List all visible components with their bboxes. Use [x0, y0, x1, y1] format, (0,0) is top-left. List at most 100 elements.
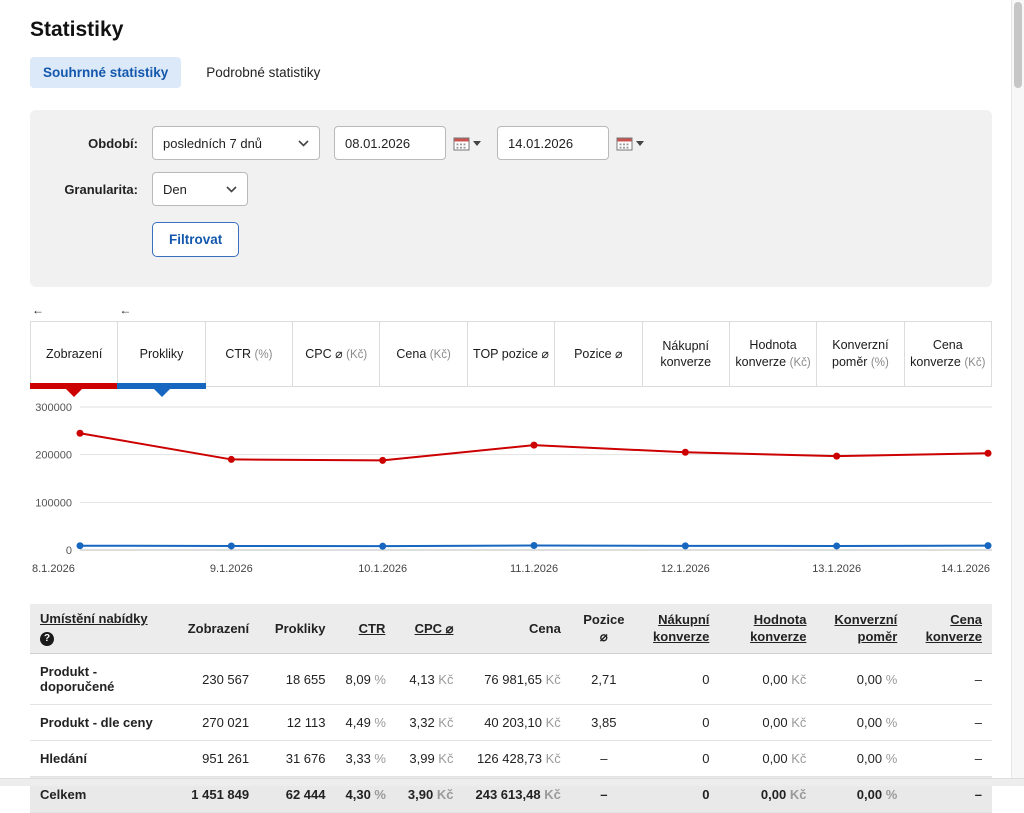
metric-tab-top-pozice-avg[interactable]: TOP pozice ⌀ [468, 322, 555, 386]
svg-text:14.1.2026: 14.1.2026 [941, 563, 990, 575]
svg-text:200000: 200000 [35, 450, 72, 462]
table-cell: – [907, 705, 992, 741]
metric-tab-cpc-avg[interactable]: CPC ⌀ (Kč) [293, 322, 380, 386]
metric-tab-hodnota-konverze[interactable]: Hodnota konverze (Kč) [730, 322, 817, 386]
filter-submit-button[interactable]: Filtrovat [152, 222, 239, 257]
filter-panel: Období: posledních 7 dnů Granularita: De… [30, 110, 992, 287]
table-cell: 0 [637, 741, 720, 777]
date-from-calendar-button[interactable] [451, 134, 483, 153]
table-cell: 40 203,10 Kč [463, 705, 570, 741]
selected-metric-underline [117, 383, 205, 389]
table-cell: – [571, 741, 637, 777]
metric-tab-label: TOP pozice ⌀ [473, 346, 549, 362]
col-header-hodnota-konverze[interactable]: Hodnota konverze [719, 604, 816, 654]
table-cell: 0,00 % [816, 741, 907, 777]
vertical-scrollbar-thumb[interactable] [1014, 2, 1022, 88]
table-row: Produkt - doporučené230 56718 6558,09 %4… [30, 654, 992, 705]
help-icon[interactable]: ? [40, 632, 54, 646]
table-cell: 3,99 Kč [395, 741, 463, 777]
metric-tab-label: Konverzní poměr (%) [822, 337, 898, 370]
table-cell: 0,00 % [816, 705, 907, 741]
metric-tab-cena-konverze[interactable]: Cena konverze (Kč) [905, 322, 991, 386]
metric-tab-label: Hodnota konverze (Kč) [735, 337, 811, 370]
period-select[interactable]: posledních 7 dnů [152, 126, 320, 160]
date-from-input[interactable] [334, 126, 446, 160]
table-row: Hledání951 26131 6763,33 %3,99 Kč126 428… [30, 741, 992, 777]
col-header-konverzni-pomer[interactable]: Konverzní poměr [816, 604, 907, 654]
vertical-scrollbar[interactable] [1011, 0, 1024, 786]
metric-tab-nakupni-konverze[interactable]: Nákupní konverze [643, 322, 730, 386]
col-header-label: Pozice ⌀ [583, 612, 624, 643]
col-header-prokliky: Prokliky [259, 604, 335, 654]
metric-tab-label: Cena (Kč) [396, 346, 450, 363]
granularity-select-value: Den [163, 182, 187, 197]
col-header-zobrazeni: Zobrazení [175, 604, 260, 654]
row-label: Produkt - dle ceny [30, 705, 175, 741]
col-header-pozice-avg: Pozice ⌀ [571, 604, 637, 654]
col-header-nakupni-konverze[interactable]: Nákupní konverze [637, 604, 720, 654]
table-cell: 18 655 [259, 654, 335, 705]
calendar-icon [453, 136, 470, 151]
chart-area: 01000002000003000008.1.20269.1.202610.1.… [30, 395, 992, 580]
calendar-dropdown-arrow-icon [473, 141, 481, 146]
table-cell: – [907, 654, 992, 705]
metric-tab-konverzni-pomer[interactable]: Konverzní poměr (%) [817, 322, 904, 386]
table-cell: 126 428,73 Kč [463, 741, 570, 777]
col-header-cpc-avg[interactable]: CPC ⌀ [395, 604, 463, 654]
col-header-label: CPC ⌀ [415, 621, 454, 636]
table-cell: 3,33 % [336, 741, 396, 777]
table-cell: 0,00 % [816, 654, 907, 705]
period-select-value: posledních 7 dnů [163, 136, 262, 151]
col-header-label: CTR [359, 621, 386, 636]
table-cell: 0,00 Kč [719, 654, 816, 705]
metric-tab-zobrazeni[interactable]: ←Zobrazení [31, 322, 118, 386]
table-cell: – [907, 741, 992, 777]
metric-tab-pozice-avg[interactable]: Pozice ⌀ [555, 322, 642, 386]
col-header-ctr[interactable]: CTR [336, 604, 396, 654]
date-to-input[interactable] [497, 126, 609, 160]
date-to-calendar-button[interactable] [614, 134, 646, 153]
table-cell: 76 981,65 Kč [463, 654, 570, 705]
tab-souhrnne-statistiky[interactable]: Souhrnné statistiky [30, 57, 181, 88]
svg-text:11.1.2026: 11.1.2026 [510, 563, 558, 575]
metric-tab-label: Prokliky [140, 346, 184, 362]
metric-tab-label: Nákupní konverze [648, 338, 724, 371]
page-title: Statistiky [30, 18, 992, 42]
col-header-umisteni-nabidky[interactable]: Umístění nabídky? [30, 604, 175, 654]
table-cell: 2,71 [571, 654, 637, 705]
col-header-label: Cena [529, 621, 561, 636]
metric-tab-prokliky[interactable]: ←Prokliky [118, 322, 205, 386]
period-label: Období: [50, 136, 138, 151]
move-tab-left-icon[interactable]: ← [119, 303, 131, 319]
move-tab-left-icon[interactable]: ← [32, 303, 44, 319]
col-header-cena-konverze[interactable]: Cena konverze [907, 604, 992, 654]
svg-text:13.1.2026: 13.1.2026 [812, 563, 861, 575]
svg-text:9.1.2026: 9.1.2026 [210, 563, 253, 575]
svg-text:10.1.2026: 10.1.2026 [358, 563, 407, 575]
table-header-row: Umístění nabídky?ZobrazeníProkliky CTR CPC… [30, 604, 992, 654]
table-cell: 0,00 Kč [719, 741, 816, 777]
period-row: Období: posledních 7 dnů [50, 126, 972, 160]
metric-tab-label: Cena konverze (Kč) [910, 337, 986, 370]
col-header-label: Konverzní poměr [834, 612, 897, 643]
table-cell: 0 [637, 654, 720, 705]
calendar-dropdown-arrow-icon [636, 141, 644, 146]
table-cell: 0,00 Kč [719, 705, 816, 741]
col-header-label: Nákupní konverze [653, 612, 709, 643]
svg-text:8.1.2026: 8.1.2026 [32, 563, 75, 575]
metric-tab-label: Pozice ⌀ [574, 346, 623, 362]
metric-tab-cena[interactable]: Cena (Kč) [380, 322, 467, 386]
table-cell: 8,09 % [336, 654, 396, 705]
metric-tab-label: CTR (%) [225, 346, 272, 363]
main-tabs: Souhrnné statistiky Podrobné statistiky [30, 57, 992, 88]
horizontal-scrollbar[interactable] [0, 778, 1024, 786]
row-label: Hledání [30, 741, 175, 777]
col-header-label: Cena konverze [926, 612, 982, 643]
metric-tab-ctr[interactable]: CTR (%) [206, 322, 293, 386]
granularity-select[interactable]: Den [152, 172, 248, 206]
tab-podrobne-statistiky[interactable]: Podrobné statistiky [193, 57, 333, 88]
row-label: Produkt - doporučené [30, 654, 175, 705]
col-header-cena: Cena [463, 604, 570, 654]
calendar-icon [616, 136, 633, 151]
metric-tab-label: Zobrazení [46, 346, 102, 362]
